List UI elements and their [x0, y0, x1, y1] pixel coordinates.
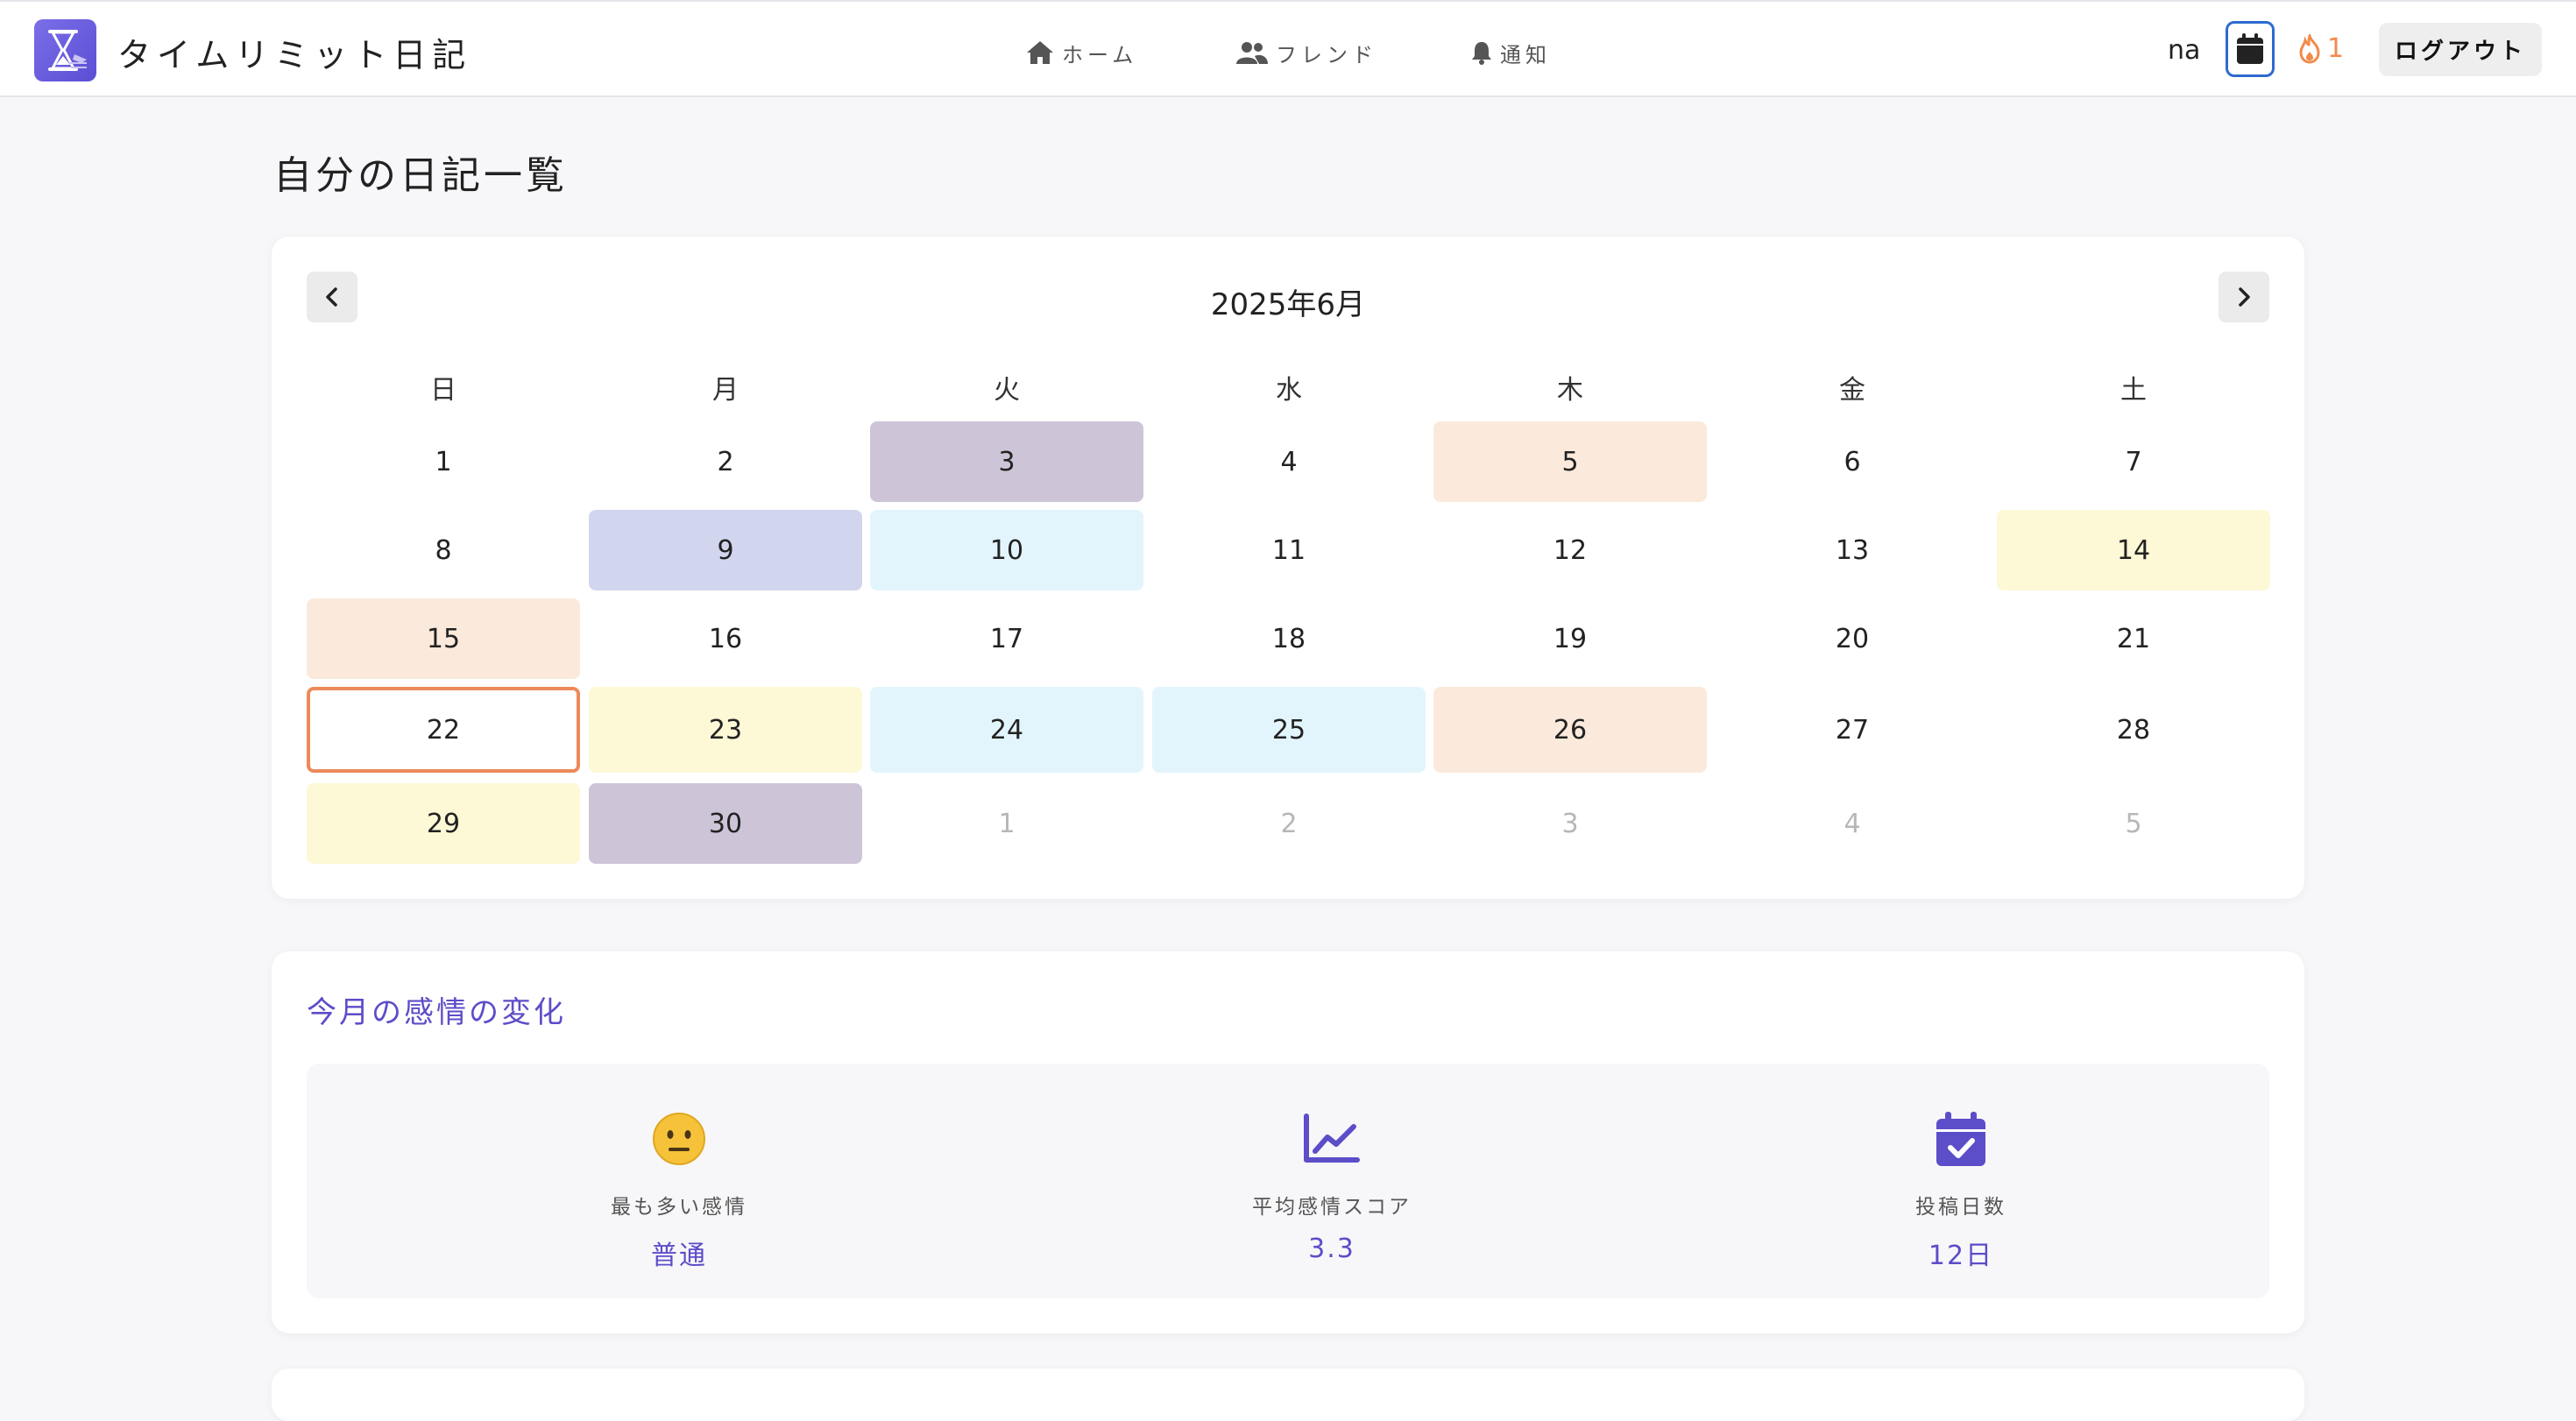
calendar-day[interactable]: 15: [307, 598, 580, 679]
bell-icon: [1472, 42, 1491, 65]
weekday-label: 木: [1557, 375, 1583, 406]
emotion-stats-card: 今月の感情の変化 最も多い感情 普通 平均感情スコア 3.3 投稿日数 12日: [272, 951, 2304, 1333]
calendar-day[interactable]: 26: [1433, 687, 1707, 773]
calendar-day[interactable]: 8: [307, 510, 580, 590]
nav-home[interactable]: ホーム: [1025, 35, 1137, 70]
stat-label: 投稿日数: [1915, 1196, 2006, 1219]
calendar-icon: [2237, 33, 2263, 64]
calendar-day[interactable]: 21: [1997, 598, 2270, 679]
calendar-day-other-month: 3: [1561, 808, 1579, 839]
stat-average-score: 平均感情スコア 3.3: [1157, 1107, 1507, 1264]
calendar-day-other-month: 4: [1844, 808, 1861, 839]
chevron-right-icon: [2239, 287, 2250, 307]
calendar-day[interactable]: 25: [1152, 687, 1426, 773]
nav-friends-label: フレンド: [1276, 42, 1377, 67]
streak-count: 1: [2327, 33, 2345, 64]
weekday-label: 月: [712, 375, 739, 406]
hourglass-icon: [48, 30, 87, 71]
calendar-day[interactable]: 30: [589, 783, 862, 864]
calendar-day-other-month: 2: [1280, 808, 1298, 839]
calendar-day[interactable]: 11: [1152, 510, 1426, 590]
user-name: na: [2168, 35, 2201, 66]
stat-most-emotion: 最も多い感情 普通: [504, 1107, 854, 1272]
weekday-label: 土: [2120, 375, 2147, 406]
stat-post-days: 投稿日数 12日: [1786, 1107, 2136, 1272]
calendar-day[interactable]: 18: [1152, 598, 1426, 679]
calendar-day[interactable]: 23: [589, 687, 862, 773]
calendar-day[interactable]: 19: [1433, 598, 1707, 679]
month-label: 2025年6月: [1210, 287, 1366, 322]
calendar-day[interactable]: 9: [589, 510, 862, 590]
stat-label: 平均感情スコア: [1252, 1196, 1412, 1219]
calendar-day[interactable]: 28: [1997, 687, 2270, 773]
stats-title: 今月の感情の変化: [307, 995, 566, 1030]
weekday-label: 火: [994, 375, 1020, 406]
calendar-day[interactable]: 3: [870, 421, 1143, 502]
calendar-button[interactable]: [2226, 21, 2275, 77]
stat-value: 12日: [1928, 1241, 1994, 1271]
calendar-day[interactable]: 1: [307, 421, 580, 502]
calendar-day[interactable]: 10: [870, 510, 1143, 590]
app-header: タイムリミット日記 ホーム フレンド 通知 na 1 ログアウト: [0, 0, 2576, 97]
page-title: 自分の日記一覧: [273, 153, 568, 198]
calendar-day[interactable]: 5: [1433, 421, 1707, 502]
home-icon: [1027, 41, 1053, 64]
app-logo[interactable]: [34, 19, 96, 81]
nav-friends[interactable]: フレンド: [1235, 35, 1377, 70]
nav-home-label: ホーム: [1062, 42, 1138, 67]
calendar-day[interactable]: 13: [1716, 510, 1989, 590]
calendar-day[interactable]: 27: [1716, 687, 1989, 773]
friends-icon: [1236, 42, 1268, 64]
nav-notifications-label: 通知: [1500, 42, 1551, 67]
app-title: タイムリミット日記: [117, 36, 472, 74]
calendar-day[interactable]: 2: [589, 421, 862, 502]
stat-value: 3.3: [1308, 1234, 1355, 1264]
stat-value: 普通: [651, 1241, 707, 1271]
calendar-day[interactable]: 20: [1716, 598, 1989, 679]
calendar-day[interactable]: 12: [1433, 510, 1707, 590]
calendar-check-icon: [1936, 1112, 1985, 1166]
weekday-label: 水: [1276, 375, 1302, 406]
logout-button[interactable]: ログアウト: [2379, 23, 2542, 76]
calendar-day-other-month: 1: [998, 808, 1016, 839]
calendar-day[interactable]: 14: [1997, 510, 2270, 590]
nav-notifications[interactable]: 通知: [1470, 35, 1551, 70]
calendar-day[interactable]: 16: [589, 598, 862, 679]
calendar-day[interactable]: 24: [870, 687, 1143, 773]
calendar-day[interactable]: 4: [1152, 421, 1426, 502]
calendar-day[interactable]: 6: [1716, 421, 1989, 502]
streak-indicator: 1: [2297, 33, 2344, 64]
neutral-face-icon: [653, 1113, 705, 1165]
calendar-day[interactable]: 7: [1997, 421, 2270, 502]
weekday-label: 日: [430, 375, 456, 406]
calendar-day[interactable]: 17: [870, 598, 1143, 679]
calendar-card: 2025年6月 日月火水木金土 1 2 3 4 5 6 7 8 9 10 11 12 13 14 15 16 1…: [272, 237, 2304, 899]
next-section-card: [272, 1368, 2304, 1421]
calendar-day-other-month: 5: [2125, 808, 2142, 839]
stat-label: 最も多い感情: [611, 1196, 747, 1219]
weekday-label: 金: [1839, 375, 1865, 406]
calendar-day-today[interactable]: 22: [307, 687, 580, 773]
calendar-day[interactable]: 29: [307, 783, 580, 864]
next-month-button[interactable]: [2219, 272, 2269, 322]
stats-panel: 最も多い感情 普通 平均感情スコア 3.3 投稿日数 12日: [307, 1064, 2269, 1298]
fire-icon: [2299, 33, 2320, 64]
line-chart-icon: [1304, 1113, 1360, 1163]
